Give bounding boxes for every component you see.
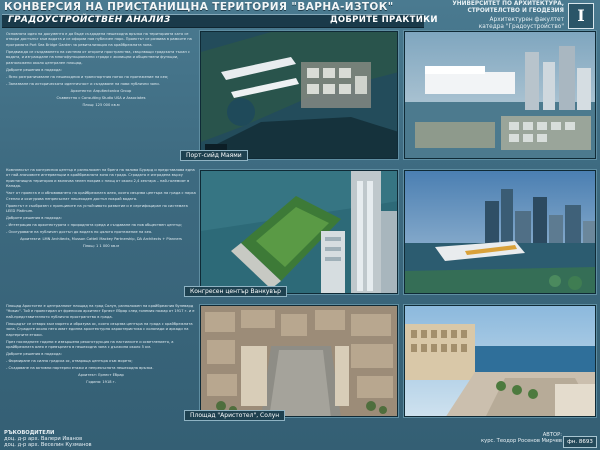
paragraph: Площ: 1 1 000 кв.м: [83, 244, 119, 249]
aristotle-square-image: [405, 306, 595, 416]
paragraph: - Интеграция на архитектурата с природна…: [6, 223, 182, 228]
aristotle-aerial-image: [201, 306, 397, 416]
vancouver-greenroof-image: [201, 171, 397, 293]
photo-aristotle-square: [404, 305, 596, 417]
advisor-1: доц. д-р арх. Валери Иванов: [4, 436, 83, 443]
photo-miami-aerial: [200, 31, 398, 159]
paragraph: Архитекти: LMN Architects, Musson Cattel…: [20, 237, 182, 242]
paragraph: Година: 1918 г.: [86, 380, 116, 385]
photo-aristotle-aerial: [200, 305, 398, 417]
paragraph: - Осигуряване на публичен достъп до вода…: [6, 230, 153, 235]
section-text-vancouver: Комплексът на конгресния център е разпол…: [6, 168, 196, 288]
photo-vancouver-greenroof: [200, 170, 398, 294]
paragraph: Площадът се отваря към морето и образува…: [6, 321, 193, 337]
photo-vancouver-skyline: [404, 170, 596, 294]
paragraph: Добрите решения в подхода:: [6, 67, 62, 72]
miami-waterfront-image: [405, 32, 595, 158]
caption-aristotle: Площад "Аристотел", Солун: [184, 410, 286, 421]
author-label: АВТОР:: [542, 432, 562, 438]
university-block: УНИВЕРСИТЕТ ПО АРХИТЕКТУРА, СТРОИТЕЛСТВО…: [430, 1, 564, 31]
paragraph: Архитекти: Arquitectonica Group: [70, 88, 132, 93]
paragraph: Площ: 125 000 кв.м: [82, 102, 120, 107]
paragraph: Архитект: Ернест Ебрар: [78, 373, 124, 378]
paragraph: - Ясно разграничаване на пешеходния и тр…: [6, 74, 169, 79]
advisors-block: РЪКОВОДИТЕЛИ доц. д-р арх. Валери Иванов…: [4, 430, 164, 449]
paragraph: - Формиране на силна градска ос, отварящ…: [6, 359, 133, 364]
paragraph: Съвместно с Consulting Studio USA и Asso…: [56, 95, 146, 100]
caption-miami: Порт-сийд Маями: [180, 150, 248, 161]
paragraph: Добрите решения в подхода:: [6, 216, 62, 221]
paragraph: Част от проекта е и обновяването на край…: [6, 191, 196, 201]
caption-vancouver: Конгресен център Ванкувър: [184, 286, 287, 297]
photo-miami-waterfront: [404, 31, 596, 159]
section-text-thessaloniki: Площад Аристотел е централният площад на…: [6, 304, 196, 422]
paragraph: Предвижда се създаването на система от о…: [6, 49, 190, 65]
department-name: катедра "Градоустройство": [478, 24, 564, 30]
faculty-number: фн. 8693: [563, 436, 597, 448]
paragraph: През последните години е извършена рекон…: [6, 339, 174, 350]
vancouver-skyline-image: [405, 171, 595, 293]
university-name-line2: СТРОИТЕЛСТВО И ГЕОДЕЗИЯ: [467, 8, 564, 14]
sheet-number: I: [568, 3, 594, 29]
paragraph: Основната идея на документа е да бъде съ…: [6, 32, 192, 47]
section-heading-analysis: ГРАДОУСТРОЙСТВЕН АНАЛИЗ: [8, 15, 171, 25]
paragraph: Площад Аристотел е централният площад на…: [6, 304, 195, 319]
author-block: АВТОР: курс. Теодор Росенов Мирчев: [420, 432, 562, 444]
section-text-miami: Основната идея на документа е да бъде съ…: [6, 32, 196, 152]
paragraph: Добрите решения в подхода:: [6, 352, 62, 357]
faculty-name: Архитектурен факултет: [489, 17, 564, 23]
paragraph: - Създаване на активни партерни етажи и …: [6, 366, 154, 371]
miami-aerial-image: [201, 32, 397, 158]
advisor-2: доц. д-р арх. Веселин Кузманов: [4, 442, 92, 449]
university-name-line1: УНИВЕРСИТЕТ ПО АРХИТЕКТУРА,: [452, 1, 564, 7]
paragraph: Комплексът на конгресния център е разпол…: [6, 168, 195, 189]
paragraph: - Запазване на историческата идентичност…: [6, 81, 160, 86]
author-name: курс. Теодор Росенов Мирчев: [481, 438, 562, 445]
presentation-board: КОНВЕРСИЯ НА ПРИСТАНИЩНА ТЕРИТОРИЯ "ВАРН…: [0, 0, 600, 450]
section-heading-practices: ДОБРИТЕ ПРАКТИКИ: [330, 15, 438, 25]
paragraph: Проектът е съобразен с принципите на уст…: [6, 203, 188, 214]
